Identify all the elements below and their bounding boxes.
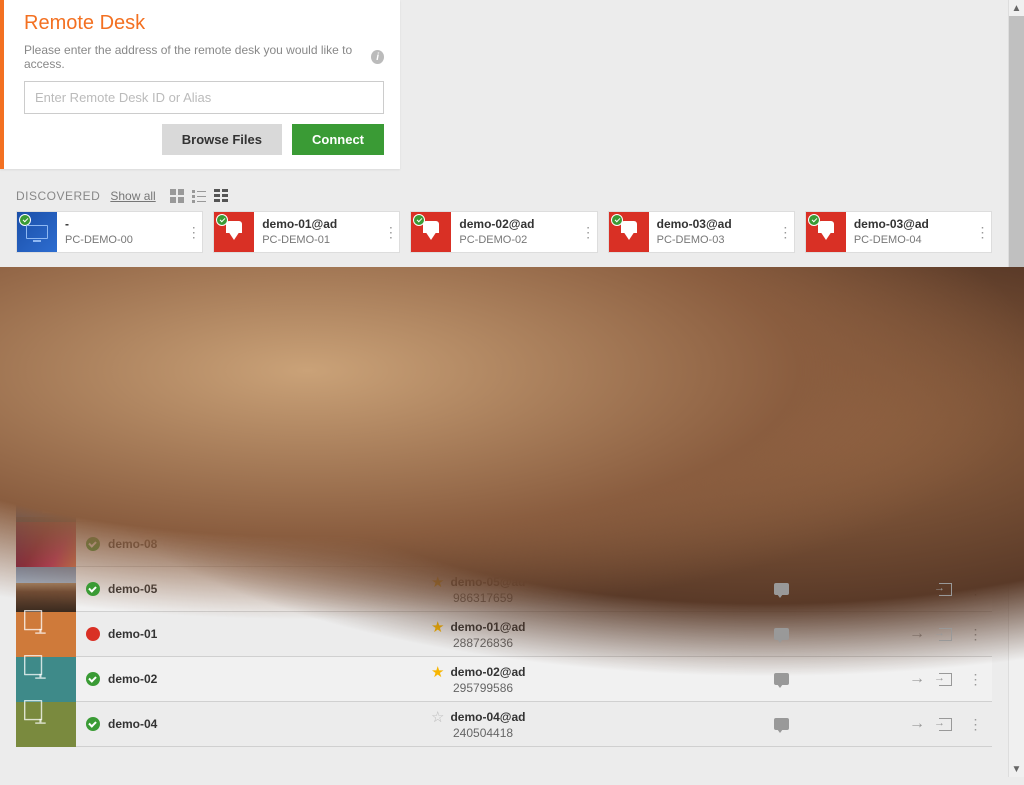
remote-desk-title: Remote Desk [24, 12, 384, 35]
discovered-card[interactable]: demo-01@ad PC-DEMO-01 ⋮ [213, 211, 400, 253]
discovered-name: demo-03@ad [854, 217, 973, 233]
chat-icon[interactable] [774, 628, 789, 640]
monitor-icon [24, 700, 42, 720]
discovered-card[interactable]: - PC-DEMO-00 ⋮ [16, 211, 203, 253]
monitor-icon [26, 225, 48, 239]
discovered-thumb [411, 212, 451, 252]
recent-session-row[interactable]: demo-05 ★ demo-05@ad 986317659 → ⋮ [16, 567, 992, 612]
status-ok-icon [86, 582, 100, 596]
status-ok-icon [86, 717, 100, 731]
discovered-name: demo-02@ad [459, 217, 578, 233]
address-input[interactable] [24, 81, 384, 114]
download-icon [223, 221, 245, 243]
discovered-thumb [17, 212, 57, 252]
discovered-thumb [806, 212, 846, 252]
more-menu-icon[interactable]: ⋮ [579, 224, 597, 241]
more-menu-icon[interactable]: ⋮ [184, 224, 202, 241]
file-transfer-icon[interactable] [939, 583, 952, 596]
download-icon [420, 221, 442, 243]
discovered-name: demo-03@ad [657, 217, 776, 233]
session-thumb [16, 567, 76, 612]
chat-icon[interactable] [774, 718, 789, 730]
discovered-thumb [609, 212, 649, 252]
file-transfer-icon[interactable] [939, 628, 952, 641]
discovered-card[interactable]: demo-03@ad PC-DEMO-03 ⋮ [608, 211, 795, 253]
remote-desk-subtitle-text: Please enter the address of the remote d… [24, 43, 365, 71]
discovered-host: PC-DEMO-01 [262, 233, 381, 247]
view-tiles-icon[interactable] [170, 189, 184, 203]
file-transfer-icon[interactable] [939, 673, 952, 686]
status-busy-icon [86, 627, 100, 641]
remote-desk-subtitle: Please enter the address of the remote d… [24, 43, 384, 71]
monitor-icon [24, 610, 42, 630]
more-menu-icon[interactable]: ⋮ [381, 224, 399, 241]
file-transfer-icon[interactable] [939, 718, 952, 731]
download-icon [815, 221, 837, 243]
chat-icon[interactable] [774, 583, 789, 595]
discovered-thumb [214, 212, 254, 252]
view-list-icon[interactable] [192, 189, 206, 203]
status-ok-icon [86, 672, 100, 686]
more-menu-icon[interactable]: ⋮ [973, 224, 991, 241]
more-menu-icon[interactable]: ⋮ [776, 224, 794, 241]
discovered-card[interactable]: demo-02@ad PC-DEMO-02 ⋮ [410, 211, 597, 253]
remote-desk-panel: Remote Desk Please enter the address of … [0, 0, 400, 169]
discovered-show-all[interactable]: Show all [110, 189, 155, 203]
browse-files-button[interactable]: Browse Files [162, 124, 282, 155]
info-icon[interactable]: i [371, 50, 384, 64]
discovered-label: DISCOVERED [16, 189, 100, 203]
monitor-icon [24, 655, 42, 675]
discovered-name: demo-01@ad [262, 217, 381, 233]
view-detail-icon[interactable] [214, 189, 228, 203]
discovered-host: PC-DEMO-02 [459, 233, 578, 247]
discovered-card[interactable]: demo-03@ad PC-DEMO-04 ⋮ [805, 211, 992, 253]
scroll-up-icon[interactable]: ▲ [1009, 0, 1024, 16]
discovered-host: PC-DEMO-04 [854, 233, 973, 247]
connect-button[interactable]: Connect [292, 124, 384, 155]
discovered-host: PC-DEMO-00 [65, 233, 184, 247]
chat-icon[interactable] [774, 673, 789, 685]
download-icon [618, 221, 640, 243]
discovered-name: - [65, 217, 184, 233]
discovered-host: PC-DEMO-03 [657, 233, 776, 247]
